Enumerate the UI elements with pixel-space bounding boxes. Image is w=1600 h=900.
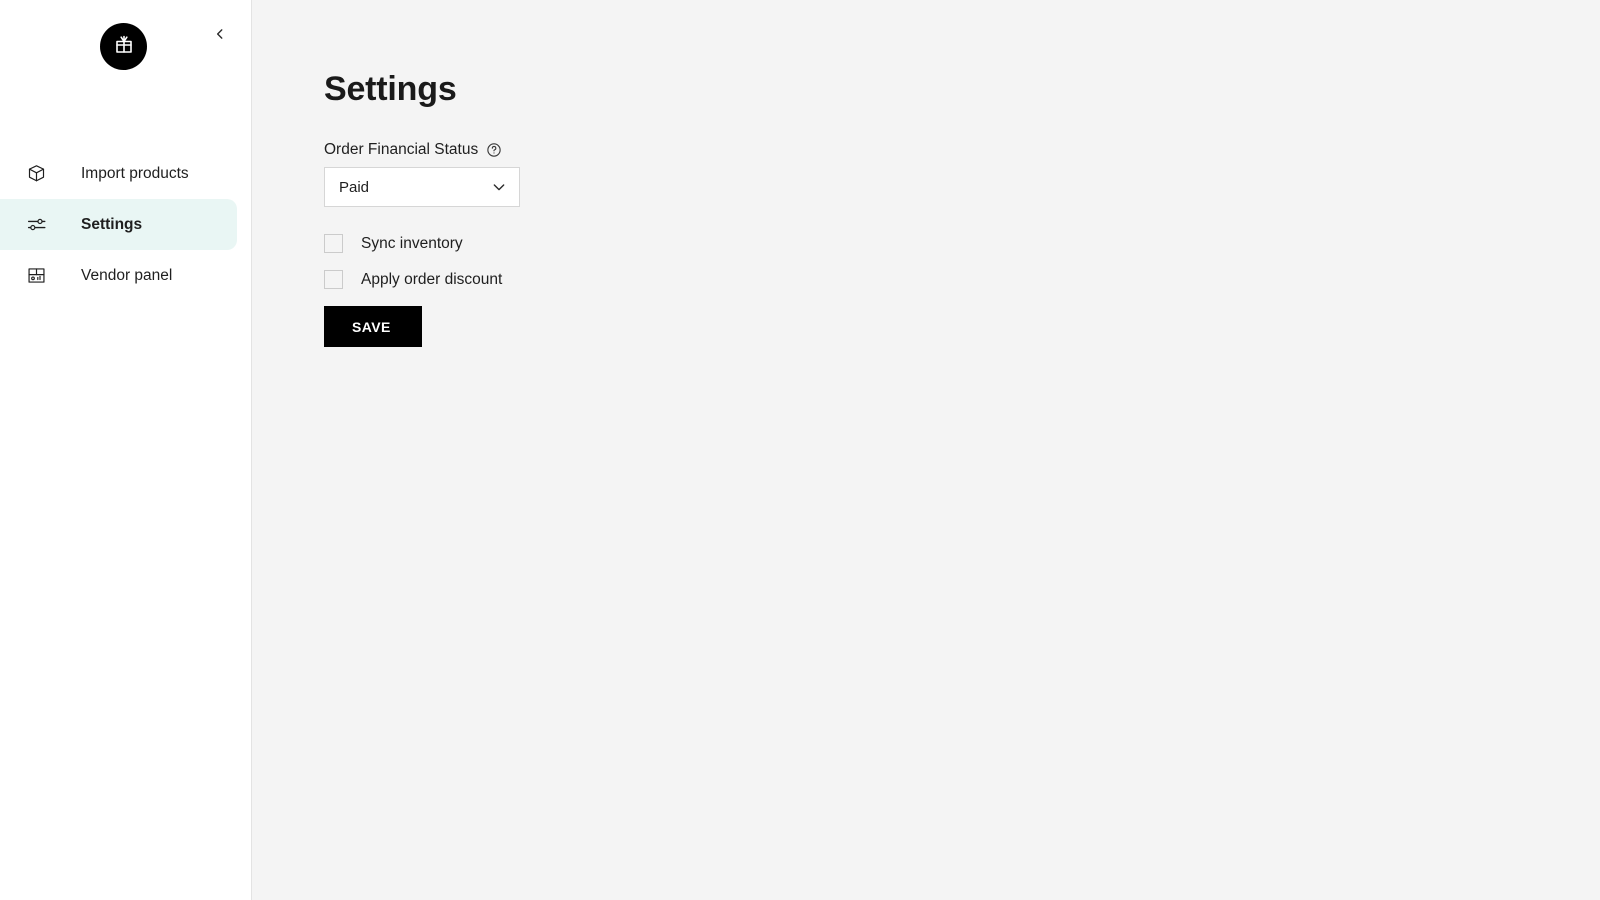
question-circle-icon[interactable] <box>486 142 502 158</box>
package-box-icon <box>24 162 48 186</box>
settings-panel: Settings Order Financial Status Paid Syn… <box>252 0 1600 347</box>
order-financial-status-label-row: Order Financial Status <box>324 142 1600 158</box>
sync-inventory-checkbox-row[interactable]: Sync inventory <box>324 234 463 253</box>
sliders-icon <box>24 213 48 237</box>
sidebar-item-settings[interactable]: Settings <box>0 199 237 250</box>
gift-icon <box>112 32 136 61</box>
sidebar-collapse-button[interactable] <box>207 22 233 48</box>
apply-order-discount-checkbox[interactable] <box>324 270 343 289</box>
sidebar: Import products Settings Vendor panel <box>0 0 252 900</box>
main-content: Settings Order Financial Status Paid Syn… <box>252 0 1600 900</box>
save-button[interactable]: SAVE <box>324 306 422 347</box>
panel-grid-icon <box>24 264 48 288</box>
apply-order-discount-label: Apply order discount <box>361 270 503 288</box>
order-financial-status-select[interactable]: Paid <box>324 167 520 207</box>
sidebar-item-label: Import products <box>81 164 189 182</box>
sidebar-item-import-products[interactable]: Import products <box>0 148 237 199</box>
select-selected-value: Paid <box>339 178 370 196</box>
order-financial-status-label: Order Financial Status <box>324 141 479 159</box>
app-logo[interactable] <box>100 23 147 70</box>
order-financial-status-select-wrap: Paid <box>324 167 520 207</box>
sync-inventory-label: Sync inventory <box>361 234 463 252</box>
sidebar-nav: Import products Settings Vendor panel <box>0 148 251 301</box>
page-title: Settings <box>324 70 457 108</box>
apply-order-discount-checkbox-row[interactable]: Apply order discount <box>324 270 502 289</box>
app-root: Import products Settings Vendor panel Se… <box>0 0 1600 900</box>
chevron-down-icon <box>491 179 507 195</box>
sidebar-item-vendor-panel[interactable]: Vendor panel <box>0 250 237 301</box>
sidebar-header <box>0 0 251 96</box>
chevron-left-icon <box>213 27 227 44</box>
sidebar-item-label: Vendor panel <box>81 266 173 284</box>
sync-inventory-checkbox[interactable] <box>324 234 343 253</box>
sidebar-item-label: Settings <box>81 215 143 233</box>
